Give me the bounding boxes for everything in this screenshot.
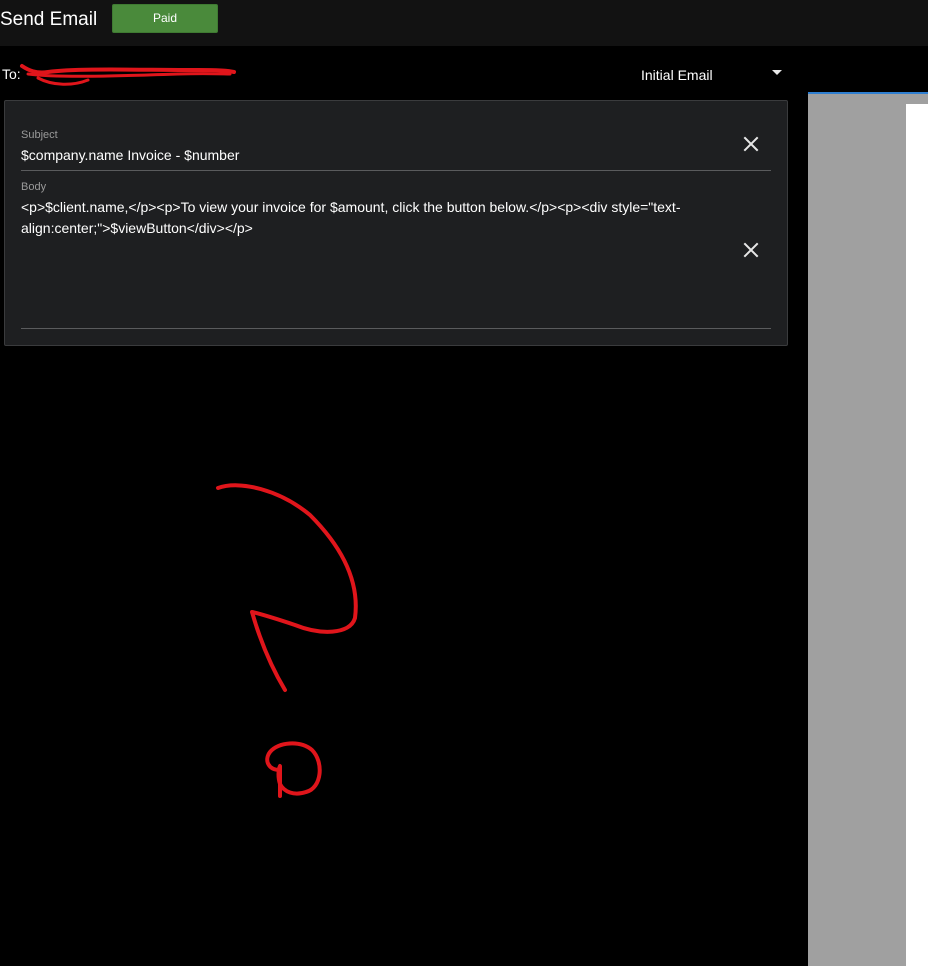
template-select[interactable]: Initial Email: [634, 60, 794, 88]
subject-input[interactable]: $company.name Invoice - $number: [21, 145, 727, 166]
body-input[interactable]: <p>$client.name,</p><p>To view your invo…: [21, 197, 727, 239]
close-icon[interactable]: [742, 241, 760, 259]
status-badge: Paid: [112, 4, 218, 33]
subject-field[interactable]: Subject $company.name Invoice - $number: [21, 129, 771, 171]
email-preview-page: [906, 104, 928, 966]
send-email-screen: Send Email Paid To: Initial Email Subjec…: [0, 0, 928, 966]
body-label: Body: [21, 181, 47, 193]
close-icon[interactable]: [742, 135, 760, 153]
redaction-scribble: [20, 64, 236, 86]
question-mark-annotation: [216, 483, 358, 798]
body-field[interactable]: Body <p>$client.name,</p><p>To view your…: [21, 181, 771, 329]
page-title: Send Email: [0, 9, 98, 30]
subject-underline: [21, 170, 771, 171]
body-underline: [21, 328, 771, 329]
chevron-down-icon[interactable]: [772, 70, 782, 75]
template-select-value: Initial Email: [641, 67, 713, 83]
email-form-card: Subject $company.name Invoice - $number …: [4, 100, 788, 346]
title-bar: Send Email Paid: [0, 0, 928, 46]
email-preview-panel: [808, 92, 928, 966]
subject-label: Subject: [21, 129, 58, 141]
